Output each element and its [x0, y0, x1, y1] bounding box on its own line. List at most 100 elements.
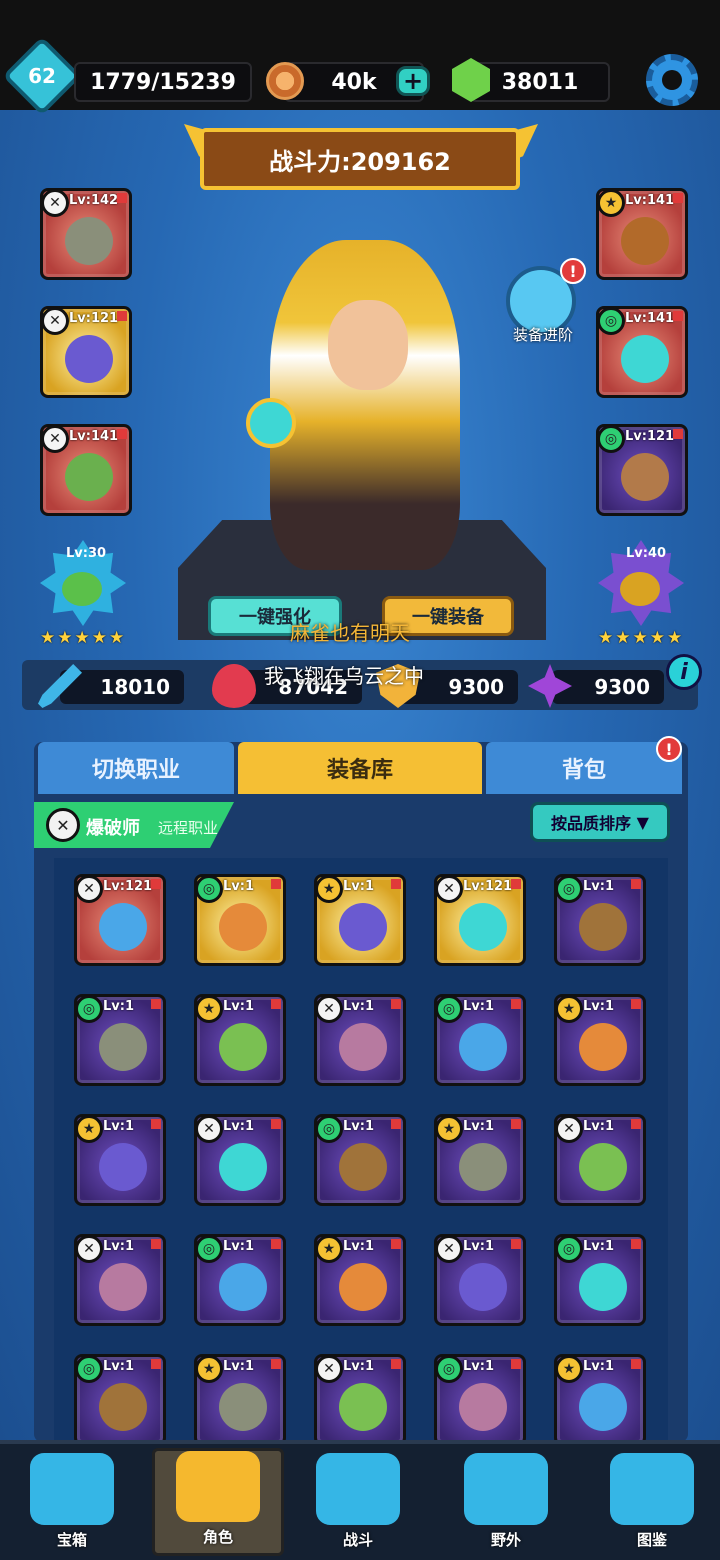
nav-codex[interactable]: 图鉴: [592, 1448, 712, 1556]
inventory-slot[interactable]: ★ Lv:1: [434, 1114, 526, 1206]
equipment-item-icon: [339, 1263, 387, 1311]
equip-slot-right-1[interactable]: ★ Lv:141: [596, 188, 688, 280]
inventory-slot[interactable]: ◎ Lv:1: [194, 874, 286, 966]
class-badge-icon: ◎: [435, 1355, 463, 1383]
nav-wild[interactable]: 野外: [446, 1448, 566, 1556]
inventory-slot[interactable]: ◎ Lv:1: [314, 1114, 406, 1206]
class-type: 远程职业: [158, 819, 219, 837]
class-badge-icon: ★: [555, 995, 583, 1023]
coin-icon: [266, 62, 304, 100]
inventory-slot[interactable]: ◎ Lv:1: [554, 1234, 646, 1326]
equipment-item-icon: [579, 1143, 627, 1191]
hero-character[interactable]: [270, 240, 460, 570]
crossed-swords-icon: [316, 1453, 400, 1525]
equipment-grid: ✕ Lv:121 ◎ Lv:1 ★ Lv:1 ✕ Lv:121 ◎ Lv:1 ◎ Lv:1 ★ Lv:1 ✕…: [54, 858, 668, 1442]
equip-level: Lv:121: [103, 879, 153, 894]
pet-left-stars: ★★★★★: [40, 628, 127, 648]
corner-marker: [631, 879, 641, 889]
class-badge-icon: ✕: [315, 1355, 343, 1383]
tab-equipment-library[interactable]: 装备库: [238, 742, 482, 794]
inventory-slot[interactable]: ◎ Lv:1: [74, 994, 166, 1086]
chest-armor-icon: [65, 335, 113, 383]
class-badge-icon: ◎: [555, 1235, 583, 1263]
info-icon[interactable]: i: [666, 654, 702, 690]
inventory-slot[interactable]: ★ Lv:1: [314, 1234, 406, 1326]
equip-level: Lv:142: [69, 193, 119, 208]
corner-marker: [511, 879, 521, 889]
inventory-slot[interactable]: ★ Lv:1: [314, 874, 406, 966]
pet-right-stars: ★★★★★: [598, 628, 685, 648]
class-badge-icon: ◎: [435, 995, 463, 1023]
inventory-slot[interactable]: ✕ Lv:1: [314, 994, 406, 1086]
equipment-item-icon: [99, 1383, 147, 1431]
inventory-slot[interactable]: ◎ Lv:1: [434, 1354, 526, 1442]
inventory-slot[interactable]: ✕ Lv:1: [554, 1114, 646, 1206]
class-badge-icon: ✕: [435, 1235, 463, 1263]
class-badge-icon: ★: [435, 1115, 463, 1143]
equip-level: Lv:141: [625, 311, 675, 326]
equip-slot-right-2[interactable]: ◎ Lv:141: [596, 306, 688, 398]
upgrade-alert-icon: !: [560, 258, 586, 284]
nav-character[interactable]: 角色: [152, 1448, 284, 1556]
chest-icon: [30, 1453, 114, 1525]
class-badge-icon: ◎: [75, 1355, 103, 1383]
corner-marker: [673, 193, 683, 203]
inventory-slot[interactable]: ◎ Lv:1: [554, 874, 646, 966]
equip-level: Lv:1: [583, 879, 615, 894]
inventory-slot[interactable]: ★ Lv:1: [554, 1354, 646, 1442]
equipment-item-icon: [579, 1263, 627, 1311]
tab-backpack[interactable]: 背包: [486, 742, 682, 794]
ranged-badge-icon: ◎: [597, 307, 625, 335]
corner-marker: [673, 311, 683, 321]
castle-icon: [464, 1453, 548, 1525]
inventory-slot[interactable]: ✕ Lv:1: [74, 1234, 166, 1326]
tab-switch-class[interactable]: 切换职业: [38, 742, 234, 794]
equip-level: Lv:1: [223, 879, 255, 894]
equipment-item-icon: [219, 1023, 267, 1071]
inventory-slot[interactable]: ✕ Lv:121: [74, 874, 166, 966]
corner-marker: [151, 999, 161, 1009]
sort-by-quality-dropdown[interactable]: 按品质排序 ▼: [530, 802, 670, 842]
inventory-slot[interactable]: ✕ Lv:121: [434, 874, 526, 966]
inventory-slot[interactable]: ★ Lv:1: [554, 994, 646, 1086]
corner-marker: [151, 1239, 161, 1249]
corner-marker: [151, 879, 161, 889]
equip-level: Lv:1: [343, 1359, 375, 1374]
add-coins-button[interactable]: +: [396, 66, 430, 96]
inventory-slot[interactable]: ★ Lv:1: [194, 1354, 286, 1442]
nav-label: 战斗: [342, 1531, 373, 1549]
corner-marker: [391, 1239, 401, 1249]
equip-level: Lv:1: [463, 1239, 495, 1254]
hero-weapon-orb: [246, 398, 296, 448]
class-badge-icon: ★: [315, 875, 343, 903]
nav-battle[interactable]: 战斗: [298, 1448, 418, 1556]
equip-slot-right-3[interactable]: ◎ Lv:121: [596, 424, 688, 516]
corner-marker: [151, 1359, 161, 1369]
pet-left-icon: [62, 572, 102, 606]
class-badge-icon: ✕: [41, 425, 69, 453]
inventory-slot[interactable]: ◎ Lv:1: [74, 1354, 166, 1442]
exp-counter: 1779/15239: [74, 62, 252, 102]
inventory-slot[interactable]: ✕ Lv:1: [314, 1354, 406, 1442]
inventory-slot[interactable]: ★ Lv:1: [74, 1114, 166, 1206]
corner-marker: [271, 999, 281, 1009]
ranged-badge-icon: ◎: [597, 425, 625, 453]
equip-slot-left-2[interactable]: ✕ Lv:121: [40, 306, 132, 398]
class-badge-icon: ★: [75, 1115, 103, 1143]
inventory-slot[interactable]: ◎ Lv:1: [434, 994, 526, 1086]
class-badge-icon: ✕: [555, 1115, 583, 1143]
equip-level: Lv:1: [463, 1359, 495, 1374]
corner-marker: [271, 1239, 281, 1249]
equip-level: Lv:1: [103, 1359, 135, 1374]
inventory-slot[interactable]: ✕ Lv:1: [434, 1234, 526, 1326]
hero-face: [328, 300, 408, 390]
equip-slot-left-3[interactable]: ✕ Lv:141: [40, 424, 132, 516]
nav-chest[interactable]: 宝箱: [12, 1448, 132, 1556]
inventory-slot[interactable]: ✕ Lv:1: [194, 1114, 286, 1206]
pants-armor-icon: [65, 453, 113, 501]
class-badge-icon: ✕: [75, 875, 103, 903]
inventory-slot[interactable]: ◎ Lv:1: [194, 1234, 286, 1326]
equip-level: Lv:141: [625, 193, 675, 208]
inventory-slot[interactable]: ★ Lv:1: [194, 994, 286, 1086]
equip-slot-left-1[interactable]: ✕ Lv:142: [40, 188, 132, 280]
